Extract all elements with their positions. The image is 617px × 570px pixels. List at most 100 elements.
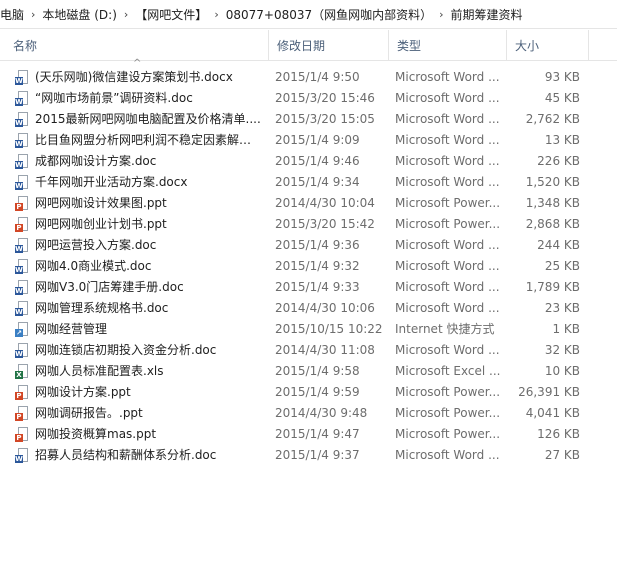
file-type: Microsoft Word ... [395,175,500,189]
file-row[interactable]: W 网咖V3.0门店筹建手册.doc 2015/1/4 9:33 Microsoft … [0,277,617,298]
file-size: 10 KB [544,364,580,378]
word-icon: W [15,154,28,169]
breadcrumb-item-folder[interactable]: 【网吧文件】 [131,6,211,23]
file-type: Microsoft Word ... [395,301,500,315]
file-row[interactable]: P 网咖设计方案.ppt 2015/1/4 9:59 Microsoft Power.… [0,382,617,403]
file-date: 2014/4/30 10:04 [275,196,375,210]
file-name: 千年网咖开业活动方案.docx [35,175,188,189]
shortcut-icon: ↗ [15,322,28,337]
file-row[interactable]: W 比目鱼网盟分析网吧利润不稳定因素解析.... 2015/1/4 9:09 Micr… [0,130,617,151]
file-row[interactable]: P 网咖投资概算mas.ppt 2015/1/4 9:47 Microsoft Pow… [0,424,617,445]
file-size: 13 KB [544,133,580,147]
column-header-size[interactable]: 大小 [507,30,589,60]
file-date: 2015/1/4 9:32 [275,259,360,273]
word-icon: W [15,91,28,106]
file-date: 2014/4/30 10:06 [275,301,375,315]
breadcrumb-item-drive[interactable]: 本地磁盘 (D:) [38,6,120,23]
file-name: 网咖调研报告。.ppt [35,406,143,420]
file-name: 成都网咖设计方案.doc [35,154,157,168]
powerpoint-icon: P [15,196,28,211]
breadcrumb-item-subfolder[interactable]: 08077+08037（网鱼网咖内部资料） [222,6,436,23]
file-name: 网咖4.0商业模式.doc [35,259,152,273]
file-size: 32 KB [544,343,580,357]
file-row[interactable]: W 千年网咖开业活动方案.docx 2015/1/4 9:34 Microsoft W… [0,172,617,193]
powerpoint-icon: P [15,427,28,442]
file-date: 2015/1/4 9:58 [275,364,360,378]
breadcrumb-chevron-icon[interactable]: › [121,8,131,21]
file-size: 27 KB [544,448,580,462]
breadcrumb-item-pc[interactable]: 电脑 [0,6,28,23]
file-type: Microsoft Word ... [395,343,500,357]
file-row[interactable]: W “网咖市场前景”调研资料.doc 2015/3/20 15:46 Microsof… [0,88,617,109]
file-row[interactable]: W 网咖4.0商业模式.doc 2015/1/4 9:32 Microsoft Wor… [0,256,617,277]
file-size: 2,868 KB [525,217,580,231]
file-size: 93 KB [544,70,580,84]
file-size: 1,348 KB [525,196,580,210]
file-size: 1,520 KB [525,175,580,189]
file-date: 2015/1/4 9:34 [275,175,360,189]
breadcrumb-chevron-icon[interactable]: › [436,8,446,21]
file-date: 2014/4/30 9:48 [275,406,368,420]
column-header-name[interactable]: 名称 [5,30,269,60]
file-type: Microsoft Word ... [395,238,500,252]
file-date: 2015/10/15 10:22 [275,322,383,336]
file-row[interactable]: W 网咖管理系统规格书.doc 2014/4/30 10:06 Microsoft W… [0,298,617,319]
file-row[interactable]: ↗ 网咖经营管理 2015/10/15 10:22 Internet 快捷方式 1 KB [0,319,617,340]
file-name: “网咖市场前景”调研资料.doc [35,91,193,105]
breadcrumb-chevron-icon[interactable]: › [28,8,38,21]
file-type: Microsoft Word ... [395,448,500,462]
file-size: 1,789 KB [525,280,580,294]
word-icon: W [15,238,28,253]
breadcrumb-item-current[interactable]: 前期筹建资料 [447,6,527,23]
file-size: 45 KB [544,91,580,105]
file-type: Microsoft Word ... [395,70,500,84]
word-icon: W [15,280,28,295]
file-name: 2015最新网吧网咖电脑配置及价格清单.... [35,112,261,126]
file-date: 2015/1/4 9:33 [275,280,360,294]
file-row[interactable]: W 招募人员结构和薪酬体系分析.doc 2015/1/4 9:37 Microsoft… [0,445,617,466]
file-row[interactable]: W 网吧运营投入方案.doc 2015/1/4 9:36 Microsoft Word… [0,235,617,256]
column-header-type[interactable]: 类型 [389,30,507,60]
file-name: 网咖管理系统规格书.doc [35,301,169,315]
file-name: (天乐网咖)微信建设方案策划书.docx [35,70,233,84]
file-type: Microsoft Power... [395,406,501,420]
file-date: 2015/1/4 9:37 [275,448,360,462]
file-row[interactable]: W (天乐网咖)微信建设方案策划书.docx 2015/1/4 9:50 Micros… [0,67,617,88]
file-size: 2,762 KB [525,112,580,126]
column-header-date[interactable]: 修改日期 [269,30,389,60]
breadcrumb-chevron-icon[interactable]: › [211,8,221,21]
file-type: Microsoft Word ... [395,280,500,294]
file-name: 网咖设计方案.ppt [35,385,131,399]
file-date: 2015/1/4 9:59 [275,385,360,399]
file-type: Internet 快捷方式 [395,322,495,336]
file-size: 25 KB [544,259,580,273]
word-icon: W [15,301,28,316]
file-list: W (天乐网咖)微信建设方案策划书.docx 2015/1/4 9:50 Micros… [0,67,617,466]
word-icon: W [15,112,28,127]
file-row[interactable]: P 网吧网咖设计效果图.ppt 2014/4/30 10:04 Microsoft P… [0,193,617,214]
file-name: 网吧网咖创业计划书.ppt [35,217,167,231]
file-row[interactable]: P 网吧网咖创业计划书.ppt 2015/3/20 15:42 Microsoft P… [0,214,617,235]
file-date: 2015/3/20 15:05 [275,112,375,126]
breadcrumb: 电脑 › 本地磁盘 (D:) › 【网吧文件】 › 08077+08037（网鱼… [0,0,617,29]
file-row[interactable]: W 网咖连锁店初期投入资金分析.doc 2014/4/30 11:08 Microso… [0,340,617,361]
word-icon: W [15,448,28,463]
word-icon: W [15,70,28,85]
file-name: 比目鱼网盟分析网吧利润不稳定因素解析.... [35,133,263,147]
file-size: 226 KB [537,154,580,168]
file-row[interactable]: P 网咖调研报告。.ppt 2014/4/30 9:48 Microsoft Powe… [0,403,617,424]
file-row[interactable]: W 2015最新网吧网咖电脑配置及价格清单.... 2015/3/20 15:05 M… [0,109,617,130]
file-row[interactable]: X 网咖人员标准配置表.xls 2015/1/4 9:58 Microsoft Exc… [0,361,617,382]
file-date: 2015/1/4 9:09 [275,133,360,147]
file-date: 2015/3/20 15:46 [275,91,375,105]
file-size: 23 KB [544,301,580,315]
file-name: 网咖连锁店初期投入资金分析.doc [35,343,217,357]
file-date: 2015/3/20 15:42 [275,217,375,231]
word-icon: W [15,343,28,358]
word-icon: W [15,133,28,148]
file-type: Microsoft Power... [395,427,501,441]
file-size: 26,391 KB [518,385,580,399]
file-size: 126 KB [537,427,580,441]
file-size: 4,041 KB [525,406,580,420]
file-row[interactable]: W 成都网咖设计方案.doc 2015/1/4 9:46 Microsoft Word… [0,151,617,172]
